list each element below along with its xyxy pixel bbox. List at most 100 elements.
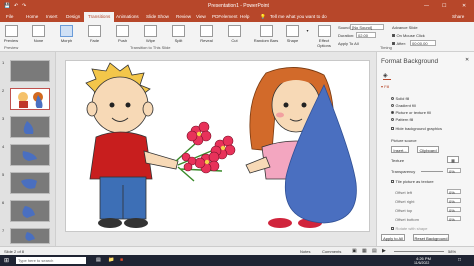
format-background-pane: Format Background ✕ ◈ ▾ Fill Solid fill … [376,52,474,246]
hide-graphics-checkbox[interactable]: Hide background graphics [391,126,442,131]
minimize-button[interactable]: — [424,3,429,9]
transparency-input[interactable]: 0% [447,168,461,174]
on-mouse-click-checkbox[interactable]: On Mouse Click [392,33,425,38]
undo-icon[interactable]: ↶ [14,3,18,9]
texture-label: Texture [391,158,405,163]
comments-button[interactable]: Comments [322,249,341,254]
reading-view-icon[interactable]: ▤ [372,248,377,254]
task-view-icon[interactable]: ▤ [96,257,101,263]
transition-morph[interactable]: Morph [58,24,75,43]
offset-left-label: Offset left [395,190,413,195]
offset-left-input[interactable]: 0% [447,189,461,195]
sound-label: Sound: [338,25,351,30]
transition-split[interactable]: Split [170,24,187,43]
tab-design[interactable]: Design [66,14,80,19]
close-button[interactable]: ✕ [462,3,466,9]
tab-help[interactable]: Help [240,14,249,19]
file-explorer-icon[interactable]: 📁 [108,257,114,263]
slide-count: Slide 2 of 8 [4,249,25,254]
notes-button[interactable]: Notes [300,249,310,254]
slide-thumbnail-4[interactable] [10,144,50,166]
duration-input[interactable]: 02.00 [356,32,376,38]
slide-number: 4 [2,144,5,149]
transparency-slider[interactable] [421,171,443,172]
offset-bottom-input[interactable]: 0% [447,216,461,222]
duration-label: Duration: [338,33,355,38]
slide-illustration [85,62,357,228]
solid-fill-radio[interactable]: Solid fill [391,96,409,101]
redo-icon[interactable]: ↷ [22,3,26,9]
slide-thumbnail-2[interactable] [10,88,50,110]
advance-slide-label: Advance Slide [392,25,418,30]
insert-picture-button[interactable]: Insert... [391,146,409,153]
transition-shape[interactable]: Shape [284,24,301,43]
gallery-more-button[interactable]: ▾ [304,28,311,33]
transition-reveal[interactable]: Reveal [198,24,215,43]
transition-push[interactable]: Push [114,24,131,43]
slide-canvas[interactable] [65,60,370,232]
preview-button[interactable]: Preview [2,24,20,43]
slide-thumbnail-6[interactable] [10,200,50,222]
taskbar-search[interactable]: Type here to search [16,257,86,264]
maximize-button[interactable]: ☐ [442,3,446,9]
slide-thumbnail-7[interactable] [10,228,50,244]
ribbon-group-labels: Preview Transition to This Slide Timing [0,45,474,52]
fill-section-header[interactable]: ▾ Fill [381,84,389,89]
windows-start-icon[interactable]: ⊞ [4,257,9,264]
transition-cut[interactable]: Cut [226,24,243,43]
effect-options-icon [317,25,331,37]
slideshow-icon[interactable]: ▶ [382,248,386,254]
slide-number: 3 [2,116,5,121]
apply-to-all-button[interactable]: Apply to All [381,234,405,241]
slide-thumbnail-3[interactable] [10,116,50,138]
tab-insert[interactable]: Insert [46,14,58,19]
fill-bucket-icon[interactable]: ◈ [383,72,391,80]
slide-number: 1 [2,60,5,65]
save-icon[interactable]: 💾 [4,3,10,9]
clipboard-button[interactable]: Clipboard [417,146,439,153]
notification-icon[interactable]: □ [458,257,461,263]
pane-close-icon[interactable]: ✕ [465,57,469,63]
offset-right-input[interactable]: 0% [447,198,461,204]
slide-thumbnail-5[interactable] [10,172,50,194]
picture-fill-radio[interactable]: Picture or texture fill [391,110,431,115]
transition-wipe[interactable]: Wipe [142,24,159,43]
powerpoint-taskbar-icon[interactable]: ■ [120,257,123,263]
sound-dropdown[interactable]: [No Sound] [350,24,384,30]
share-button[interactable]: Share [452,14,464,19]
texture-picker[interactable]: ▦ [447,156,459,163]
gradient-fill-radio[interactable]: Gradient fill [391,103,416,108]
fade-transition-icon [88,25,101,37]
lightbulb-icon: 💡 [260,14,266,19]
reset-background-button[interactable]: Reset Background [413,234,449,241]
taskbar: ⊞ Type here to search ▤ 📁 ■ 4:26 PM 11/6… [0,255,474,266]
tab-animations[interactable]: Animations [116,14,139,19]
transition-random-bars[interactable]: Random Bars [252,24,280,43]
tab-review[interactable]: Review [176,14,191,19]
transition-none[interactable]: None [30,24,47,43]
tab-pdfelement[interactable]: PDFelement [212,14,238,19]
transition-fade[interactable]: Fade [86,24,103,43]
shape-transition-icon [286,25,299,37]
slide-sorter-icon[interactable]: ▦ [362,248,367,254]
tab-slide-show[interactable]: Slide Show [146,14,169,19]
title-bar: 💾 ↶ ↷ Presentation1 - PowerPoint — ☐ ✕ [0,0,474,11]
normal-view-icon[interactable]: ▣ [352,248,357,254]
tab-view[interactable]: View [196,14,206,19]
tab-file[interactable]: File [6,14,13,19]
zoom-slider[interactable] [394,251,444,252]
ribbon-tabs: File Home Insert Design Transitions Anim… [0,11,474,22]
tab-home[interactable]: Home [26,14,38,19]
offset-top-input[interactable]: 0% [447,207,461,213]
push-transition-icon [116,25,129,37]
zoom-level[interactable]: 58% [448,249,456,254]
tell-me-box[interactable]: Tell me what you want to do [270,14,327,19]
tile-picture-checkbox[interactable]: Tile picture as texture [391,179,434,184]
group-preview-label: Preview [4,45,19,50]
slide-thumbnail-1[interactable] [10,60,50,82]
pattern-fill-radio[interactable]: Pattern fill [391,117,413,122]
rotate-with-shape-checkbox[interactable]: Rotate with shape [391,226,428,231]
group-timing-label: Timing [380,45,392,50]
offset-right-label: Offset right [395,199,415,204]
tab-transitions[interactable]: Transitions [84,12,115,22]
